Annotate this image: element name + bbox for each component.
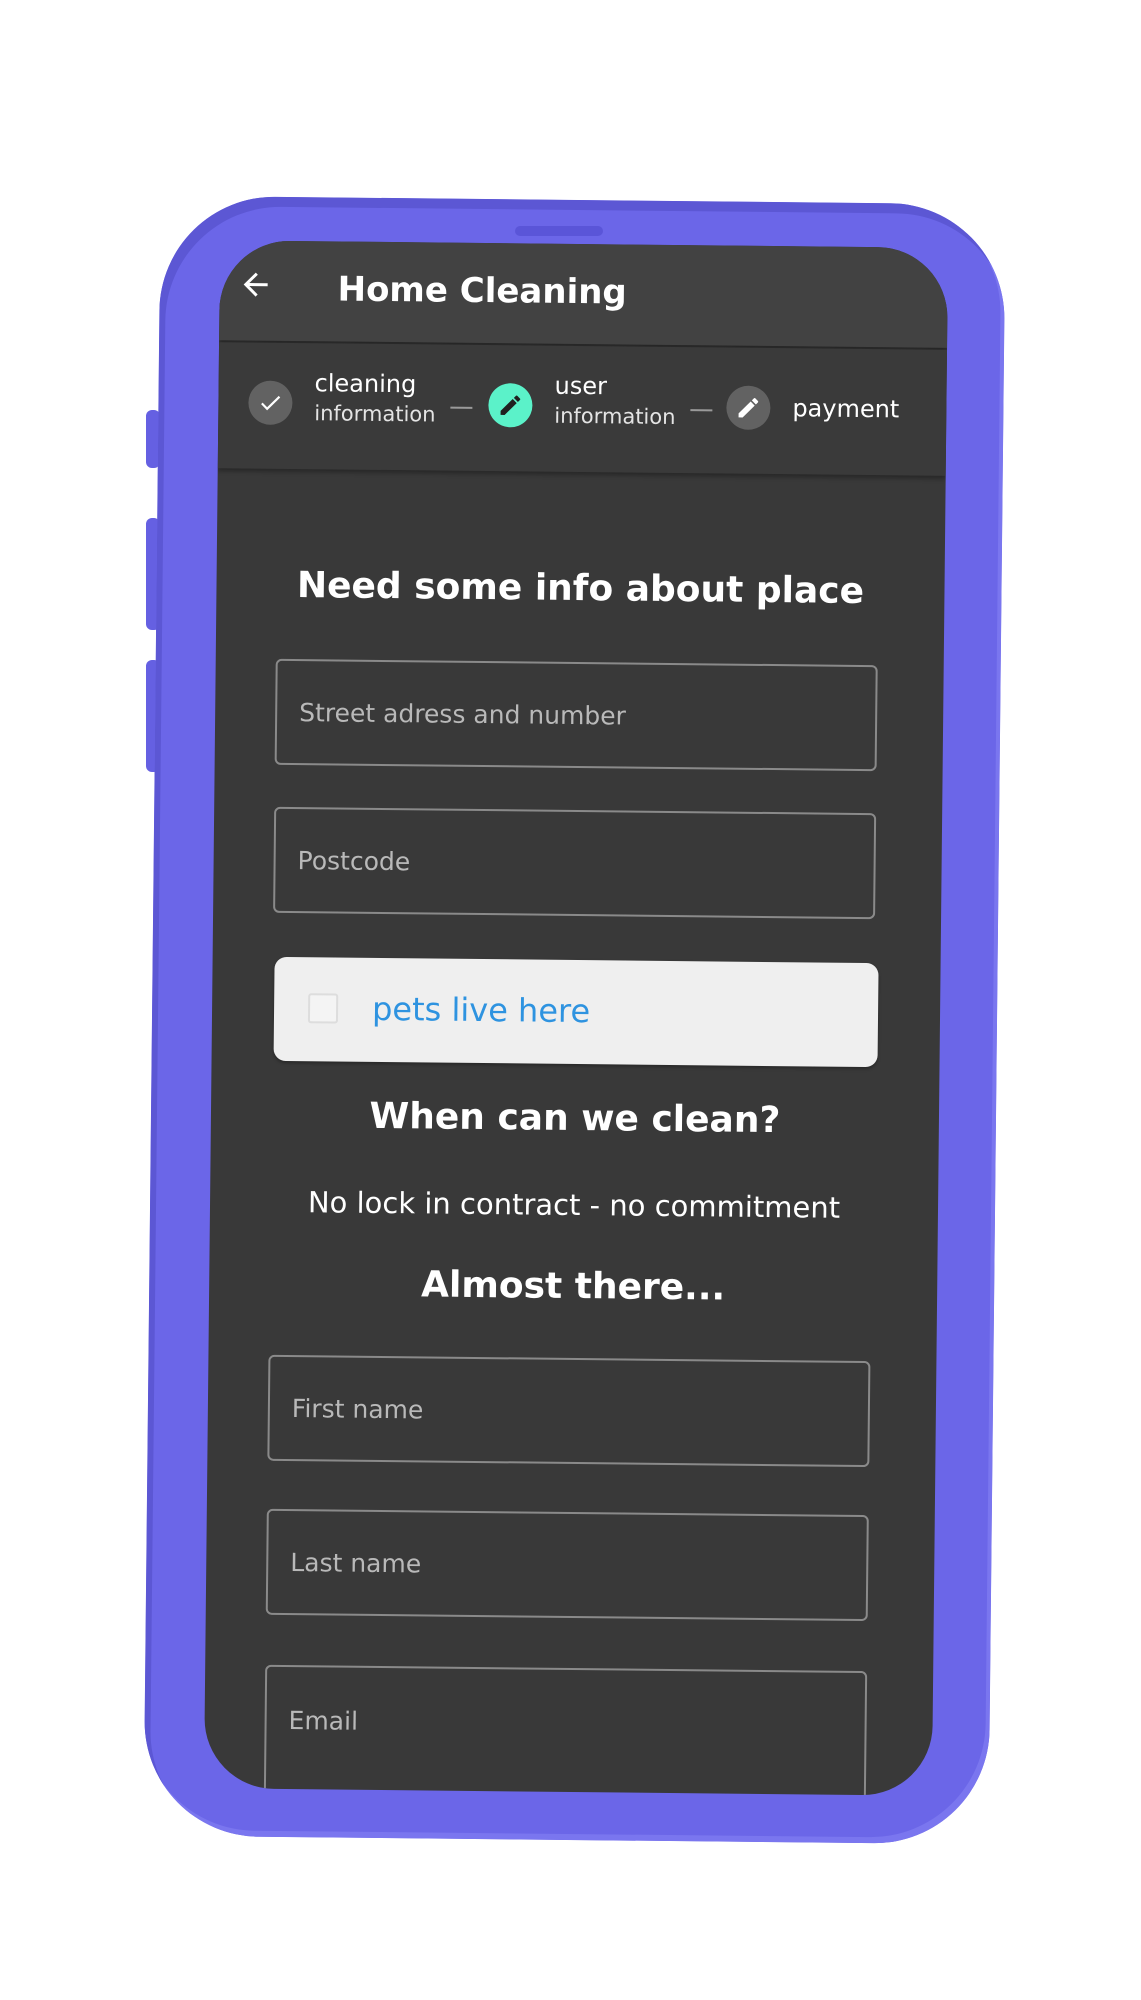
first-name-field[interactable]: [267, 1354, 871, 1468]
step-user-label: user: [554, 371, 608, 401]
step-payment-label: payment: [792, 394, 900, 424]
pencil-icon: [738, 398, 759, 418]
pets-checkbox-label[interactable]: pets live here: [372, 990, 590, 1030]
postcode-input[interactable]: [275, 808, 875, 918]
back-button[interactable]: [233, 266, 277, 310]
step-divider: [450, 406, 473, 409]
place-section-heading: Need some info about place: [296, 565, 865, 612]
stepper: cleaning information user information pa…: [217, 342, 948, 476]
check-icon: [261, 395, 281, 411]
contact-section-heading: Almost there...: [420, 1264, 726, 1309]
phone-speaker: [515, 226, 603, 236]
last-name-field[interactable]: [265, 1508, 869, 1622]
step-payment-indicator[interactable]: [726, 385, 771, 431]
step-cleaning-sublabel: information: [314, 401, 436, 427]
step-user-indicator[interactable]: [488, 383, 533, 428]
arrow-left-icon: [243, 272, 268, 297]
street-address-field[interactable]: [274, 658, 878, 772]
schedule-section-heading: When can we clean?: [369, 1095, 781, 1142]
postcode-field[interactable]: [273, 806, 877, 920]
email-input[interactable]: [266, 1666, 866, 1780]
app-bar: Home Cleaning: [219, 240, 949, 348]
pets-checkbox[interactable]: [307, 993, 339, 1024]
step-divider: [690, 409, 713, 412]
step-user-sublabel: information: [554, 403, 676, 430]
pets-checkbox-tile[interactable]: pets live here: [273, 956, 879, 1068]
step-cleaning-label: cleaning: [314, 369, 417, 399]
email-field[interactable]: [263, 1664, 868, 1796]
last-name-input[interactable]: [267, 1510, 867, 1620]
step-cleaning-indicator[interactable]: [248, 380, 293, 425]
mockup-scene: Home Cleaning cleaning information user …: [0, 0, 1141, 2000]
phone-screen: Home Cleaning cleaning information user …: [203, 240, 949, 1796]
first-name-input[interactable]: [269, 1356, 869, 1466]
contract-note: No lock in contract - no commitment: [307, 1185, 841, 1225]
app-title: Home Cleaning: [337, 269, 627, 313]
pencil-icon: [500, 395, 521, 415]
street-address-input[interactable]: [276, 660, 876, 770]
